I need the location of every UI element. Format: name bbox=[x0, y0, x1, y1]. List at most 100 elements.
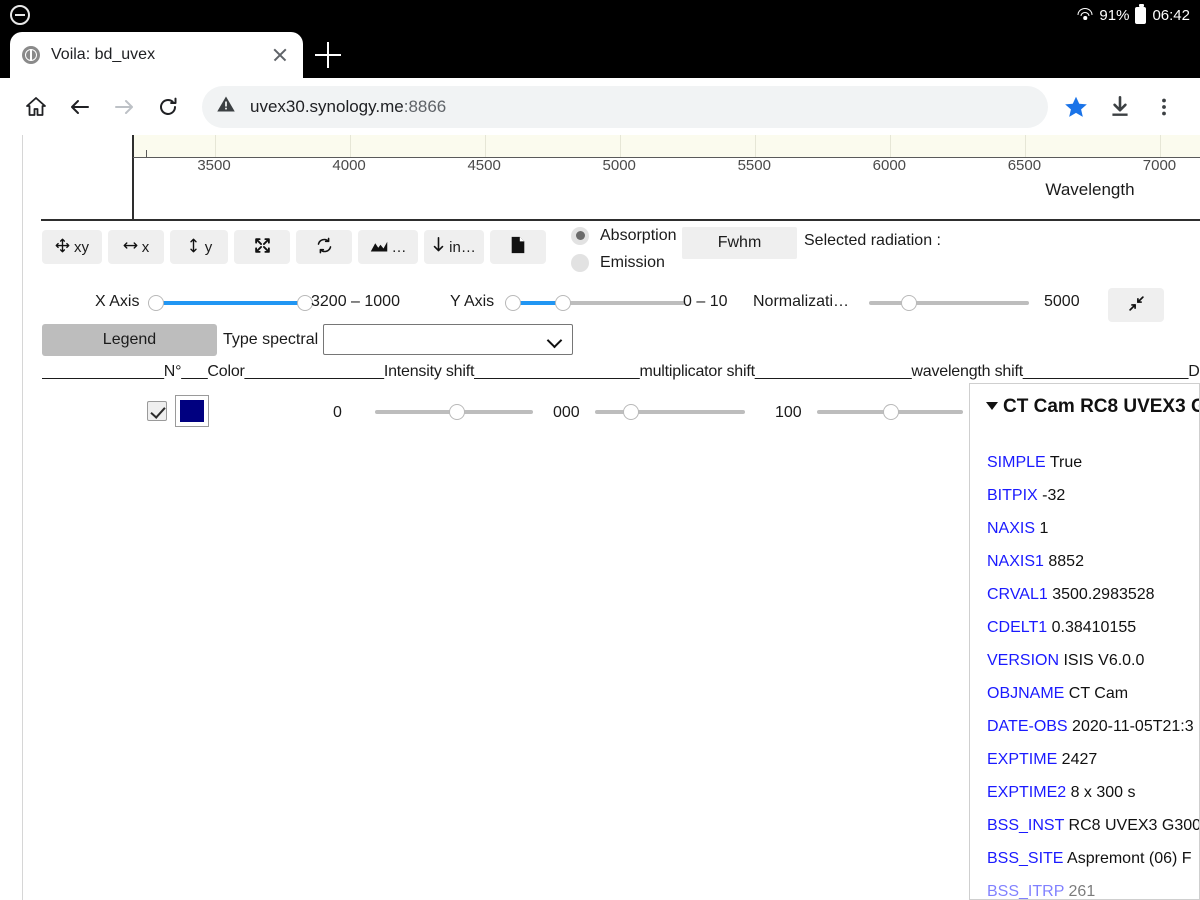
fits-header-value: ISIS V6.0.0 bbox=[1059, 652, 1144, 669]
page-button[interactable] bbox=[490, 230, 546, 264]
x-tick-label: 3500 bbox=[197, 157, 230, 174]
type-spectral-select[interactable] bbox=[323, 324, 573, 355]
row-enable-checkbox[interactable] bbox=[147, 401, 167, 421]
three-dot-menu-icon[interactable] bbox=[1142, 85, 1186, 129]
plot-area[interactable] bbox=[133, 135, 1200, 157]
fits-header-item: BSS_ITRP 261 bbox=[987, 883, 1199, 900]
fits-header-key: BSS_INST bbox=[987, 817, 1064, 834]
home-icon[interactable] bbox=[14, 85, 58, 129]
fits-panel-title[interactable]: CT Cam RC8 UVEX3 G bbox=[986, 396, 1200, 418]
y-axis-spine bbox=[132, 135, 134, 220]
axis-controls-row: X Axis 3200 – 1000 Y Axis 0 – 10 Normali… bbox=[23, 285, 1200, 321]
pan-y-label: y bbox=[205, 239, 213, 256]
y-axis-range-slider[interactable] bbox=[505, 295, 685, 311]
x-tick-label: 5500 bbox=[738, 157, 771, 174]
fits-header-value: RC8 UVEX3 G300 bbox=[1064, 817, 1200, 834]
x-axis-label: X Axis bbox=[95, 293, 139, 311]
multiplicator-shift-value: 000 bbox=[553, 404, 580, 422]
fits-header-key: DATE-OBS bbox=[987, 718, 1068, 735]
address-bar[interactable]: uvex30.synology.me:8866 bbox=[202, 86, 1048, 128]
y-axis-range-value: 0 – 10 bbox=[683, 293, 727, 311]
wavelength-shift-slider[interactable] bbox=[817, 404, 963, 420]
row-color-picker[interactable] bbox=[175, 395, 209, 427]
grid-line bbox=[755, 135, 756, 157]
normalization-slider[interactable] bbox=[869, 295, 1029, 311]
grid-line bbox=[1160, 135, 1161, 157]
fits-header-item: EXPTIME 2427 bbox=[987, 751, 1199, 784]
minus-circle-icon[interactable] bbox=[10, 5, 30, 25]
radiation-mode-group: Absorption Emission bbox=[571, 223, 677, 277]
fits-header-item: CRVAL1 3500.2983528 bbox=[987, 586, 1199, 619]
fits-header-key: CDELT1 bbox=[987, 619, 1047, 636]
fits-header-panel[interactable]: CT Cam RC8 UVEX3 G SIMPLE TrueBITPIX -32… bbox=[969, 383, 1200, 900]
fits-header-key: NAXIS1 bbox=[987, 553, 1044, 570]
y-axis-slider-knob-high[interactable] bbox=[555, 295, 571, 311]
compress-button[interactable] bbox=[1108, 288, 1164, 322]
status-bar-left bbox=[10, 5, 30, 25]
fits-header-value: 3500.2983528 bbox=[1048, 586, 1155, 603]
type-spectral-label: Type spectral bbox=[223, 331, 318, 349]
fits-header-value: -32 bbox=[1038, 487, 1066, 504]
multiplicator-shift-slider[interactable] bbox=[595, 404, 745, 420]
y-axis-label: Y Axis bbox=[450, 293, 494, 311]
fits-header-item: BITPIX -32 bbox=[987, 487, 1199, 520]
status-bar-right: 91% 06:42 bbox=[1077, 7, 1190, 24]
page-viewport: 35004000450050005500600065007000 Wavelen… bbox=[0, 135, 1200, 900]
x-axis-slider-knob-low[interactable] bbox=[148, 295, 164, 311]
reload-icon[interactable] bbox=[146, 85, 190, 129]
plus-icon[interactable] bbox=[315, 42, 341, 68]
normalization-slider-knob[interactable] bbox=[901, 295, 917, 311]
fits-header-key: NAXIS bbox=[987, 520, 1035, 537]
reset-button[interactable] bbox=[296, 230, 352, 264]
globe-icon bbox=[22, 46, 40, 64]
x-tick-label: 5000 bbox=[603, 157, 636, 174]
pan-xy-button[interactable]: xy bbox=[42, 230, 102, 264]
fits-header-key: VERSION bbox=[987, 652, 1059, 669]
radio-option-emission[interactable]: Emission bbox=[571, 250, 677, 275]
x-axis-origin-tick bbox=[146, 150, 147, 158]
address-bar-text: uvex30.synology.me:8866 bbox=[250, 97, 446, 117]
star-icon[interactable] bbox=[1054, 85, 1098, 129]
close-icon[interactable] bbox=[269, 44, 291, 66]
pan-x-button[interactable]: x bbox=[108, 230, 164, 264]
intensity-shift-slider[interactable] bbox=[375, 404, 533, 420]
radio-option-absorption[interactable]: Absorption bbox=[571, 223, 677, 248]
normalization-slider-track bbox=[869, 301, 1029, 305]
fits-header-value: 0.38410155 bbox=[1047, 619, 1136, 636]
grid-line bbox=[350, 135, 351, 157]
grid-line bbox=[890, 135, 891, 157]
fwhm-button[interactable]: Fwhm bbox=[682, 227, 797, 259]
chart-bottom-border bbox=[41, 219, 1200, 221]
browser-chrome: Voila: bd_uvex uvex30.synology.me:8866 bbox=[0, 30, 1200, 135]
y-axis-slider-knob-low[interactable] bbox=[505, 295, 521, 311]
wavelength-shift-knob[interactable] bbox=[883, 404, 899, 420]
legend-button[interactable]: Legend bbox=[42, 324, 217, 356]
x-tick-label: 4500 bbox=[467, 157, 500, 174]
browser-toolbar: uvex30.synology.me:8866 bbox=[0, 78, 1200, 135]
fits-header-value: 1 bbox=[1035, 520, 1048, 537]
spectrum-chart[interactable]: 35004000450050005500600065007000 Wavelen… bbox=[41, 135, 1200, 220]
download-icon[interactable] bbox=[1098, 85, 1142, 129]
browser-tab[interactable]: Voila: bd_uvex bbox=[10, 32, 303, 78]
download-data-button[interactable]: in… bbox=[424, 230, 484, 264]
spectrum-button[interactable]: … bbox=[358, 230, 418, 264]
fits-header-value: CT Cam bbox=[1064, 685, 1128, 702]
move-xy-icon bbox=[55, 238, 70, 257]
radio-absorption[interactable] bbox=[571, 227, 589, 245]
multiplicator-shift-track bbox=[595, 410, 745, 414]
x-axis-range-slider[interactable] bbox=[148, 295, 313, 311]
caret-down-icon[interactable] bbox=[986, 402, 998, 410]
intensity-shift-knob[interactable] bbox=[449, 404, 465, 420]
fits-header-item: OBJNAME CT Cam bbox=[987, 685, 1199, 718]
mountain-chart-icon bbox=[370, 238, 388, 257]
plot-toolbar: xy x y bbox=[42, 230, 552, 264]
multiplicator-shift-knob[interactable] bbox=[623, 404, 639, 420]
zoom-box-button[interactable] bbox=[234, 230, 290, 264]
grid-line bbox=[485, 135, 486, 157]
warning-triangle-icon[interactable] bbox=[216, 94, 236, 119]
back-arrow-icon[interactable] bbox=[58, 85, 102, 129]
tab-strip: Voila: bd_uvex bbox=[0, 30, 1200, 78]
pan-y-button[interactable]: y bbox=[170, 230, 228, 264]
battery-percent-label: 91% bbox=[1099, 7, 1129, 24]
radio-emission[interactable] bbox=[571, 254, 589, 272]
